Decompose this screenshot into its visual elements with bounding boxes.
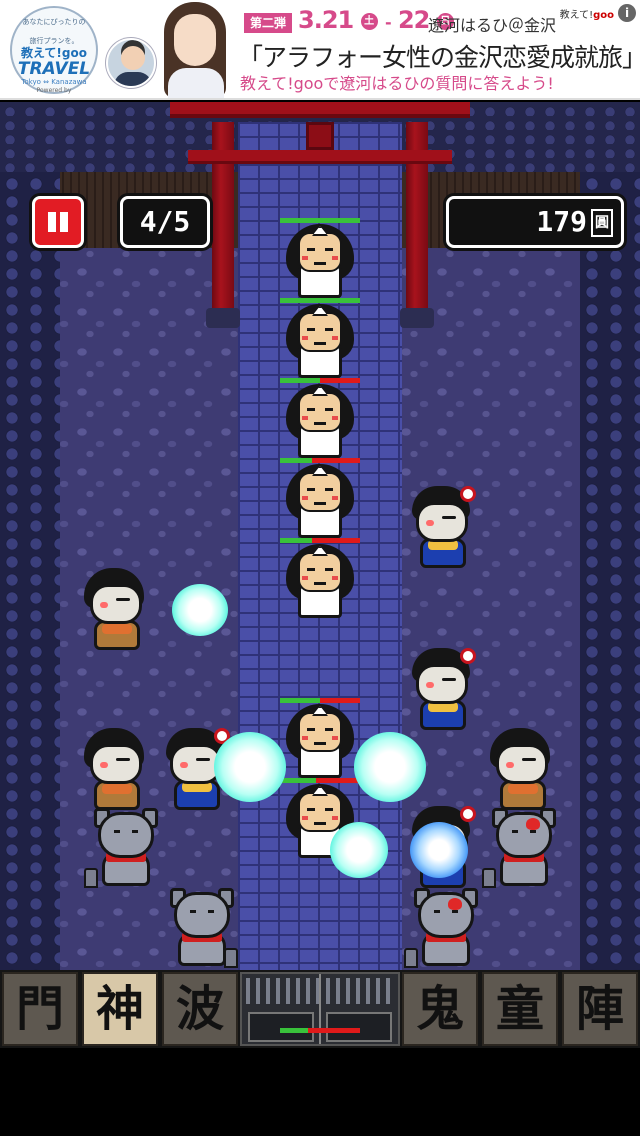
defender-komainu[interactable]	[164, 888, 238, 968]
money-display: 179 圓	[446, 196, 624, 248]
ghost-pilgrim-enemy	[280, 458, 360, 540]
ad-date-end: 22	[397, 6, 430, 34]
ad-stamp-travel: TRAVEL	[17, 59, 91, 79]
money-unit: 圓	[591, 209, 613, 237]
wave-counter: 4/5	[120, 196, 210, 248]
gate-health-bar	[280, 1028, 360, 1033]
ghost-pilgrim-enemy	[280, 218, 360, 300]
defender-monk[interactable]	[486, 728, 560, 810]
ad-info-icon[interactable]: i	[618, 4, 636, 22]
tool-god-button[interactable]: 神	[82, 972, 158, 1046]
tool-gate-button[interactable]: 門	[2, 972, 78, 1046]
pause-icon	[48, 212, 56, 232]
defender-komainu[interactable]	[404, 888, 482, 968]
ad-brand-badge: 教えて!goo	[559, 10, 614, 21]
tool-formation-button[interactable]: 陣	[562, 972, 638, 1046]
defender-monk[interactable]	[80, 728, 154, 810]
roof-tiles-right	[580, 172, 640, 970]
ghost-pilgrim-enemy	[280, 538, 360, 620]
ad-guest-name: 遼河はるひ＠金沢	[428, 16, 557, 35]
ad-stamp-brand: 教えて!goo	[21, 46, 87, 60]
defender-priestess[interactable]	[406, 648, 480, 730]
ad-headline: 「アラフォー女性の金沢恋愛成就旅」	[238, 43, 640, 72]
ad-subheadline: 教えて!gooで遼河はるひの質問に答えよう!	[240, 74, 554, 93]
defender-monk[interactable]	[80, 568, 154, 650]
roof-tiles-left	[0, 172, 60, 970]
ad-logo-stamp: あなたにぴったりの 旅行プランを。 教えて!goo TRAVEL Tokyo ⇔…	[10, 6, 98, 94]
spirit-orb	[172, 584, 228, 636]
ad-banner[interactable]: あなたにぴったりの 旅行プランを。 教えて!goo TRAVEL Tokyo ⇔…	[0, 0, 640, 100]
enemy-health-bar	[280, 778, 360, 783]
ad-stamp-route: Tokyo ⇔ Kanazawa	[21, 78, 87, 86]
enemy-health-bar	[280, 458, 360, 463]
spirit-orb	[410, 822, 468, 878]
ad-round-label: 第二弾	[244, 13, 292, 33]
enemy-health-bar	[280, 218, 360, 223]
tool-oni-button[interactable]: 鬼	[402, 972, 478, 1046]
spirit-orb	[214, 732, 286, 802]
ad-celebrity-photo	[150, 0, 240, 98]
ad-day-start: 土	[360, 12, 378, 30]
ad-date-start: 3.21	[298, 6, 354, 34]
ghost-pilgrim-enemy	[280, 698, 360, 780]
ghost-pilgrim-enemy	[280, 298, 360, 380]
enemy-health-bar	[280, 698, 360, 703]
defender-komainu[interactable]	[482, 808, 560, 888]
spirit-orb	[354, 732, 426, 802]
game-field[interactable]: 4/5 179 圓	[0, 102, 640, 970]
ad-host-avatar	[106, 38, 156, 88]
spirit-orb	[330, 822, 388, 878]
money-amount: 179	[536, 205, 587, 238]
tool-child-button[interactable]: 童	[482, 972, 558, 1046]
ad-stamp-tagline-2: 旅行プランを。	[29, 37, 79, 45]
pause-button[interactable]	[32, 196, 84, 248]
defender-komainu[interactable]	[84, 808, 162, 888]
bottom-letterbox	[0, 1048, 640, 1136]
defender-priestess[interactable]	[406, 486, 480, 568]
shrine-gate	[240, 972, 400, 1046]
ghost-pilgrim-enemy	[280, 378, 360, 460]
ad-stamp-powered: Powered by	[36, 87, 72, 94]
enemy-health-bar	[280, 378, 360, 383]
enemy-health-bar	[280, 298, 360, 303]
tool-wave-button[interactable]: 波	[162, 972, 238, 1046]
ad-stamp-tagline: あなたにぴったりの	[22, 18, 86, 26]
unit-toolbar: 門 神 波 鬼 童 陣	[0, 970, 640, 1048]
enemy-health-bar	[280, 538, 360, 543]
